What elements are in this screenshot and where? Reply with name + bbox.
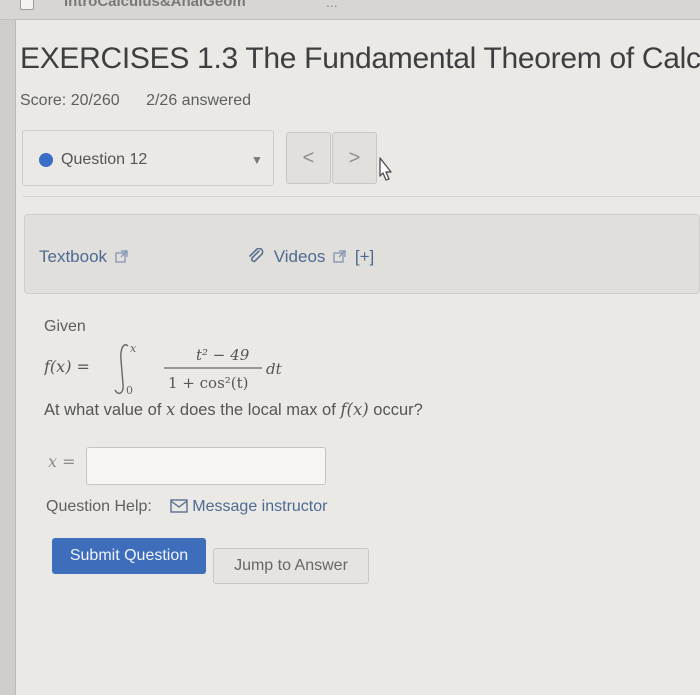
question-text-suffix: occur?: [368, 401, 423, 419]
integral-lower-limit: 0: [126, 384, 133, 397]
jump-to-answer-button[interactable]: Jump to Answer: [213, 548, 369, 584]
videos-label: Videos: [273, 247, 326, 266]
question-selector[interactable]: Question 12 ▼: [22, 130, 274, 186]
external-link-icon: [115, 250, 128, 263]
textbook-link[interactable]: Textbook: [39, 247, 128, 267]
submit-question-button[interactable]: Submit Question: [52, 538, 206, 574]
formula-denominator: 1 + cos²(t): [168, 374, 249, 392]
given-label: Given: [44, 318, 86, 335]
previous-question-button[interactable]: <: [286, 132, 331, 184]
question-help-label: Question Help:: [46, 498, 152, 515]
paperclip-icon: [249, 247, 264, 263]
mouse-cursor-icon: [379, 157, 392, 181]
formula-numerator: t² − 49: [196, 346, 250, 364]
question-function: f(x): [340, 400, 369, 419]
question-text: At what value of x does the local max of…: [44, 400, 423, 420]
textbook-label: Textbook: [39, 247, 108, 266]
page-title: EXERCISES 1.3 The Fundamental Theorem of…: [20, 42, 700, 75]
caret-down-icon: ▼: [251, 153, 263, 167]
divider: [22, 196, 700, 197]
question-status-dot-icon: [39, 153, 53, 167]
resources-bar: Textbook Videos [+]: [24, 214, 700, 294]
question-text-prefix: At what value of: [44, 401, 166, 419]
videos-expand-toggle[interactable]: [+]: [355, 247, 374, 266]
answer-input[interactable]: [86, 447, 326, 485]
tab-more-icon[interactable]: ...: [326, 0, 338, 10]
browser-tab-title[interactable]: IntroCalculus&AnalGeom: [64, 0, 246, 10]
next-question-button[interactable]: >: [332, 132, 377, 184]
question-help: Question Help: Message instructor: [46, 498, 327, 516]
formula-dt: dt: [266, 360, 283, 378]
score-text: Score: 20/260: [20, 92, 120, 109]
answered-count: 2/26 answered: [146, 92, 252, 109]
mail-icon: [170, 499, 188, 513]
message-instructor-link[interactable]: Message instructor: [170, 498, 327, 515]
videos-link[interactable]: Videos [+]: [247, 247, 374, 267]
tab-favicon-icon: [20, 0, 34, 10]
page-content: EXERCISES 1.3 The Fundamental Theorem of…: [16, 20, 700, 695]
integral-formula: f(x) = x 0 t² − 49 1 + cos²(t) dt: [44, 342, 283, 397]
question-variable: x: [166, 400, 176, 419]
question-text-middle: does the local max of: [175, 401, 341, 419]
message-instructor-label: Message instructor: [192, 498, 328, 515]
browser-tab-bar: IntroCalculus&AnalGeom ...: [0, 0, 700, 20]
external-link-icon: [333, 250, 346, 263]
score-line: Score: 20/260 2/26 answered: [20, 92, 273, 110]
question-selector-label: Question 12: [61, 151, 148, 168]
integral-upper-limit: x: [130, 342, 137, 355]
formula-lhs: f(x) =: [44, 357, 90, 376]
window-left-edge: [0, 0, 16, 695]
answer-label: x =: [48, 452, 76, 471]
